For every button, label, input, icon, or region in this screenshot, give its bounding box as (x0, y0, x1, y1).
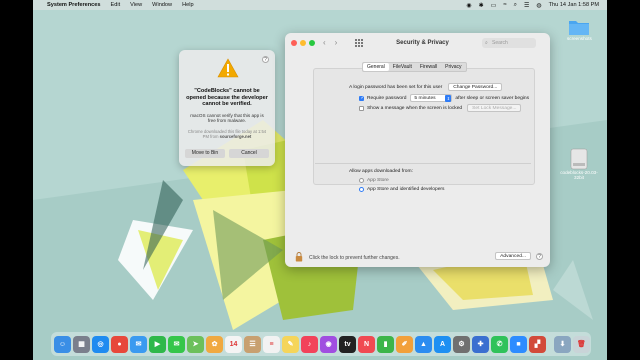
allow-apps-label: Allow apps downloaded from: (349, 169, 413, 174)
password-row: A login password has been set for this u… (349, 83, 503, 91)
notes-icon[interactable]: ✎ (282, 335, 299, 353)
siri-icon[interactable]: ◍ (536, 2, 541, 9)
numbers-icon[interactable]: ▮ (377, 335, 394, 353)
photos-icon[interactable]: ✿ (206, 335, 223, 353)
desktop-folder[interactable]: screenshots (567, 18, 592, 41)
dialog-help-button[interactable]: ? (262, 56, 269, 63)
require-password-label: Require password (367, 95, 407, 101)
finder-icon[interactable]: ☺ (54, 335, 71, 353)
music-icon[interactable]: ♪ (301, 335, 318, 353)
warning-icon (217, 58, 239, 78)
search-placeholder: Search (492, 40, 508, 46)
chrome-icon[interactable]: ● (111, 335, 128, 353)
desktop-folder-label: screenshots (567, 36, 592, 41)
desktop: System Preferences Edit View Window Help… (33, 0, 607, 360)
menu-window[interactable]: Window (152, 2, 172, 8)
launchpad-icon[interactable]: ▦ (73, 335, 90, 353)
move-to-bin-button[interactable]: Move to Bin (185, 149, 225, 158)
search-magnifier-icon: ⌕ (485, 40, 488, 46)
require-password-row: Require password 5 minutes ⇕ after sleep… (359, 94, 529, 102)
gatekeeper-dialog: ? "CodeBlocks" cannot be opened because … (179, 50, 275, 166)
tab-firewall[interactable]: Firewall (416, 63, 441, 71)
record-icon[interactable]: ◉ (466, 2, 471, 9)
require-password-select[interactable]: 5 minutes ⇕ (410, 94, 453, 102)
search-icon[interactable]: ⌕ (514, 2, 517, 9)
pages-icon[interactable]: ✐ (396, 335, 413, 353)
prefs-help-button[interactable]: ? (536, 253, 543, 260)
contacts-icon[interactable]: ☰ (244, 335, 261, 353)
menu-view[interactable]: View (130, 2, 142, 8)
section-divider (315, 163, 531, 164)
news-icon[interactable]: N (358, 335, 375, 353)
folder-icon (569, 21, 590, 35)
tab-privacy[interactable]: Privacy (441, 63, 465, 71)
desktop-disk-label: codeblocks-20.03-32bit (560, 170, 598, 180)
system-preferences-icon[interactable]: ⚙ (453, 335, 470, 353)
wifi-icon[interactable]: ≈ (503, 2, 506, 8)
menu-bar: System Preferences Edit View Window Help… (33, 0, 607, 10)
radio-identified-label: App Store and identified developers (367, 187, 445, 192)
after-sleep-text: after sleep or screen saver begins (455, 95, 530, 101)
keynote-icon[interactable]: ▲ (415, 335, 432, 353)
window-titlebar: ‹ › Security & Privacy ⌕ Search (285, 33, 550, 53)
control-center-icon[interactable]: ☰ (524, 2, 529, 9)
codeblocks-icon[interactable]: ▞ (529, 335, 546, 353)
facetime-icon[interactable]: ▶ (149, 335, 166, 353)
tv-icon[interactable]: tv (339, 335, 356, 353)
dialog-source-site: sourceforge.net (219, 134, 252, 139)
radio-app-store-label: App Store (367, 178, 389, 183)
show-message-checkbox[interactable] (359, 105, 364, 111)
cancel-button[interactable]: Cancel (229, 149, 269, 158)
tab-general[interactable]: General (363, 63, 389, 71)
messages-icon[interactable]: ✉ (168, 335, 185, 353)
lock-icon[interactable] (295, 252, 303, 262)
trash-icon[interactable]: 🗑 (573, 335, 590, 353)
battery-icon[interactable]: ▭ (491, 2, 497, 9)
show-message-row: Show a message when the screen is locked… (359, 104, 522, 112)
require-password-value: 5 minutes (414, 95, 436, 101)
podcasts-icon[interactable]: ◉ (320, 335, 337, 353)
appstore-icon[interactable]: A (434, 335, 451, 353)
desktop-disk[interactable]: codeblocks-20.03-32bit (559, 148, 599, 180)
select-chevron-icon: ⇕ (445, 95, 452, 102)
unknown-app-icon[interactable]: ✚ (472, 335, 489, 353)
downloads-icon[interactable]: ⬇ (554, 335, 571, 353)
mail-icon[interactable]: ✉ (130, 335, 147, 353)
radio-app-store-row[interactable]: App Store (359, 178, 389, 183)
safari-icon[interactable]: ◎ (92, 335, 109, 353)
disk-icon (570, 148, 588, 170)
dialog-body: macOS cannot verify that this app is fre… (190, 113, 264, 124)
dialog-source: Chrome downloaded this file today at 1:5… (187, 129, 267, 139)
dialog-title: "CodeBlocks" cannot be opened because th… (186, 88, 268, 108)
dock: ☺ ▦ ◎ ● ✉ ▶ ✉ ➤ ✿ 14 ☰ ≡ ✎ ♪ ◉ tv N ▮ ✐ ▲ A ⚙ ✚ ✆ ■ ▞ ⬇ 🗑 (51, 332, 591, 356)
menu-clock[interactable]: Thu 14 Jan 1:58 PM (549, 2, 599, 8)
search-input[interactable]: ⌕ Search (482, 38, 536, 48)
calendar-icon[interactable]: 14 (225, 335, 242, 353)
radio-identified-developers[interactable] (359, 187, 364, 192)
menu-edit[interactable]: Edit (111, 2, 121, 8)
menu-help[interactable]: Help (182, 2, 194, 8)
menu-app-name[interactable]: System Preferences (47, 2, 101, 8)
zoom-icon[interactable]: ■ (510, 335, 527, 353)
reminders-icon[interactable]: ≡ (263, 335, 280, 353)
window-footer: Click the lock to prevent further change… (285, 247, 550, 267)
radio-identified-row[interactable]: App Store and identified developers (359, 187, 445, 192)
radio-app-store[interactable] (359, 178, 364, 183)
tab-bar: General FileVault Firewall Privacy (362, 62, 467, 72)
password-set-text: A login password has been set for this u… (349, 84, 443, 90)
whatsapp-icon[interactable]: ✆ (491, 335, 508, 353)
change-password-button[interactable]: Change Password... (448, 83, 503, 91)
tab-filevault[interactable]: FileVault (389, 63, 416, 71)
require-password-checkbox[interactable] (359, 95, 365, 101)
lock-text: Click the lock to prevent further change… (309, 255, 400, 261)
maps-icon[interactable]: ➤ (187, 335, 204, 353)
set-lock-message-button[interactable]: Set Lock Message... (467, 104, 522, 112)
show-message-label: Show a message when the screen is locked (367, 105, 463, 111)
security-privacy-window: ‹ › Security & Privacy ⌕ Search General … (285, 33, 550, 267)
advanced-button[interactable]: Advanced... (495, 252, 531, 260)
bluetooth-icon[interactable]: ✱ (479, 2, 484, 9)
